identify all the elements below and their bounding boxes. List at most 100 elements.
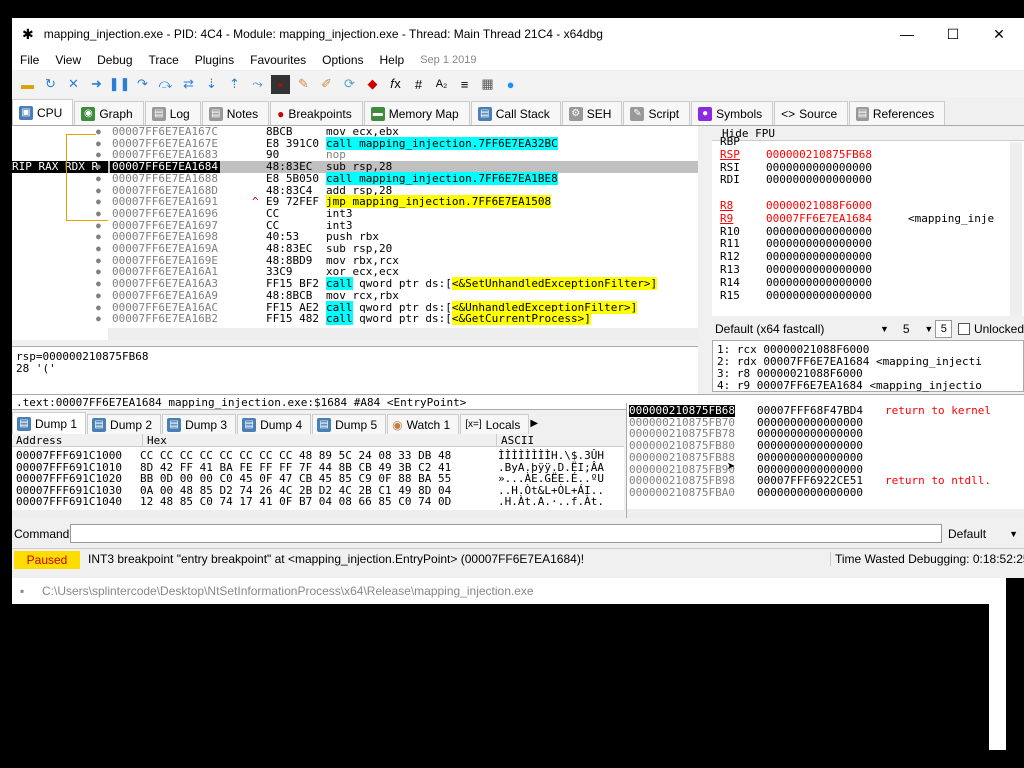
tab-dump-3[interactable]: ▤ Dump 3 xyxy=(162,414,237,434)
tab-script[interactable]: ✎ Script xyxy=(623,101,691,125)
pause-icon[interactable]: ❚❚ xyxy=(109,75,131,94)
disasm-row[interactable]: ● 00007FF6E7EA1688 E8 5B050 call mapping_in… xyxy=(96,171,698,185)
globe-icon[interactable]: ● xyxy=(501,75,520,94)
breakpoint-dot-icon[interactable]: ● xyxy=(96,290,101,302)
minimize-button[interactable]: — xyxy=(884,18,930,50)
console-icon[interactable]: ▪ xyxy=(271,74,290,94)
tab-graph[interactable]: ◉ Graph xyxy=(74,101,144,125)
breakpoint-dot-icon[interactable]: ● xyxy=(96,126,101,138)
registers-scrollbar[interactable] xyxy=(1010,142,1022,316)
menu-plugins[interactable]: Plugins xyxy=(187,53,242,67)
trace-into-icon[interactable]: ⇄ xyxy=(179,75,198,94)
close-button[interactable]: ✕ xyxy=(976,18,1022,50)
breakpoint-dot-icon[interactable]: ● xyxy=(96,266,101,278)
disassembly-view[interactable]: RIP RAX RDX R ● 00007FF6E7EA167C 8BCB mov e… xyxy=(12,126,698,340)
animate-icon[interactable]: ⤳ xyxy=(248,75,267,94)
breakpoint-dot-icon[interactable]: ● xyxy=(96,196,101,208)
tab-dump-1[interactable]: ▤ Dump 1 xyxy=(12,412,87,434)
breakpoint-dot-icon[interactable]: ● xyxy=(96,243,101,255)
dump-hex[interactable]: 0A 00 48 85 D2 74 26 4C 2B D2 4C 2B C1 4… xyxy=(140,485,451,496)
dump-hex[interactable]: 12 48 85 C0 74 17 41 0F B7 04 08 66 85 C… xyxy=(140,496,451,507)
run-to-user-icon[interactable]: ⇣ xyxy=(202,75,221,94)
stack-address[interactable]: 000000210875FBA0 xyxy=(629,487,735,499)
tab-watch-1[interactable]: ◉ Watch 1 xyxy=(387,414,460,434)
calculator-icon[interactable]: ▦ xyxy=(478,75,497,94)
tab-dump-5[interactable]: ▤ Dump 5 xyxy=(312,414,387,434)
breakpoint-dot-icon[interactable]: ● xyxy=(96,149,101,161)
disasm-row[interactable]: ● 00007FF6E7EA167C 8BCB mov ecx,ebx xyxy=(96,126,698,138)
tab-dump-2[interactable]: ▤ Dump 2 xyxy=(87,414,162,434)
function-icon[interactable]: 𝑓x xyxy=(386,75,405,94)
open-icon[interactable]: ▬ xyxy=(18,75,37,94)
bookmark-icon[interactable]: ◆ xyxy=(363,75,382,94)
tab-call-stack[interactable]: ▤ Call Stack xyxy=(470,101,561,125)
command-input[interactable] xyxy=(70,524,942,543)
font-icon[interactable]: A₂ xyxy=(432,75,451,94)
breakpoint-dot-icon[interactable]: ● xyxy=(96,161,101,173)
unlocked-checkbox[interactable] xyxy=(958,323,970,335)
menu-view[interactable]: View xyxy=(47,53,89,67)
arg-count-spinbox[interactable]: 5 xyxy=(935,320,953,338)
disasm-row[interactable]: ● 00007FF6E7EA16B2 FF15 482 call qword ptr … xyxy=(96,312,698,326)
menu-favourites[interactable]: Favourites xyxy=(242,53,314,67)
hash-icon[interactable]: # xyxy=(409,75,428,94)
stack-address[interactable]: 000000210875FB88 xyxy=(629,452,735,464)
register-row[interactable]: RBP xyxy=(720,135,766,149)
tab-notes[interactable]: ▤ Notes xyxy=(201,101,270,125)
breakpoint-dot-icon[interactable]: ● xyxy=(96,278,101,290)
tab-breakpoints[interactable]: ● Breakpoints xyxy=(270,101,363,125)
stack-view[interactable]: 000000210875FB68 00007FFF68F47BD4 return t… xyxy=(626,403,1024,518)
hex-dump-view[interactable]: Address Hex ASCII 00007FFF691C1000 CC CC … xyxy=(12,434,624,518)
breakpoint-dot-icon[interactable]: ● xyxy=(96,220,101,232)
menu-debug[interactable]: Debug xyxy=(89,53,140,67)
disasm-row[interactable]: ● 00007FF6E7EA169A 48:83EC sub rsp,20 xyxy=(96,243,698,255)
disasm-hscrollbar[interactable] xyxy=(108,328,698,340)
dump-hex[interactable]: BB 0D 00 00 C0 45 0F 47 CB 45 85 C9 0F 8… xyxy=(140,473,451,484)
execute-till-return-icon[interactable]: ⇡ xyxy=(225,75,244,94)
maximize-button[interactable]: ☐ xyxy=(930,18,976,50)
register-row[interactable]: RDI 0000000000000000 xyxy=(720,173,872,187)
restart-icon[interactable]: ↻ xyxy=(41,75,60,94)
register-row[interactable]: R15 0000000000000000 xyxy=(720,289,872,303)
menu-file[interactable]: File xyxy=(12,53,47,67)
stack-hscrollbar[interactable] xyxy=(627,509,1024,518)
patch-icon[interactable]: ✎ xyxy=(294,75,313,94)
tab-log[interactable]: ▤ Log xyxy=(144,101,201,125)
menu-help[interactable]: Help xyxy=(372,53,413,67)
dump-hex[interactable]: CC CC CC CC CC CC CC CC 48 89 5C 24 08 3… xyxy=(140,450,451,461)
close-debuggee-icon[interactable]: ✕ xyxy=(64,75,83,94)
breakpoint-dot-icon[interactable]: ● xyxy=(96,302,101,314)
tab-dump-4[interactable]: ▤ Dump 4 xyxy=(237,414,312,434)
breakpoint-dot-icon[interactable]: ● xyxy=(96,231,101,243)
stack-address[interactable]: 000000210875FB68 xyxy=(629,405,735,417)
tab-scroll-right-icon[interactable]: ▶ xyxy=(530,414,544,434)
tab-cpu[interactable]: ▣ CPU xyxy=(12,99,74,125)
tab-locals[interactable]: [x=] Locals xyxy=(460,414,530,434)
command-mode-select[interactable]: Default ▼ xyxy=(944,525,1022,543)
tab-symbols[interactable]: ● Symbols xyxy=(691,101,774,125)
tab-seh[interactable]: ⚙ SEH xyxy=(561,101,623,125)
arg-count-select[interactable]: 5 ▼ xyxy=(901,320,935,338)
disasm-row[interactable]: ● 00007FF6E7EA1696 CC int3 xyxy=(96,208,698,220)
registers-view[interactable]: Hide FPU RBP RSP 000000210875FB68 RSI 000000… xyxy=(712,126,1024,316)
tab-references[interactable]: ▤ References xyxy=(849,101,946,125)
dump-hex[interactable]: 8D 42 FF 41 BA FE FF FF 7F 44 8B CB 49 3… xyxy=(140,462,451,473)
breakpoint-dot-icon[interactable]: ● xyxy=(96,208,101,220)
dump-hscrollbar[interactable] xyxy=(12,510,624,518)
step-into-icon[interactable]: ↷ xyxy=(133,75,152,94)
breakpoint-dot-icon[interactable]: ● xyxy=(96,313,101,325)
comment-icon[interactable]: ✐ xyxy=(317,75,336,94)
breakpoint-dot-icon[interactable]: ● xyxy=(96,138,101,150)
breakpoint-dot-icon[interactable]: ● xyxy=(96,173,101,185)
tab-source[interactable]: <> Source xyxy=(774,101,849,125)
strings-icon[interactable]: ≡ xyxy=(455,75,474,94)
step-over-icon[interactable]: ⤼ xyxy=(156,75,175,94)
breakpoint-dot-icon[interactable]: ● xyxy=(96,255,101,267)
run-icon[interactable]: ➜ xyxy=(87,75,106,94)
tab-memory-map[interactable]: ▬ Memory Map xyxy=(363,101,470,125)
breakpoint-dot-icon[interactable]: ● xyxy=(96,185,101,197)
calling-convention-select[interactable]: Default (x64 fastcall) ▼ xyxy=(712,320,893,338)
label-icon[interactable]: ⟳ xyxy=(340,75,359,94)
console-scrollbar[interactable] xyxy=(989,604,1006,750)
menu-trace[interactable]: Trace xyxy=(141,53,187,67)
